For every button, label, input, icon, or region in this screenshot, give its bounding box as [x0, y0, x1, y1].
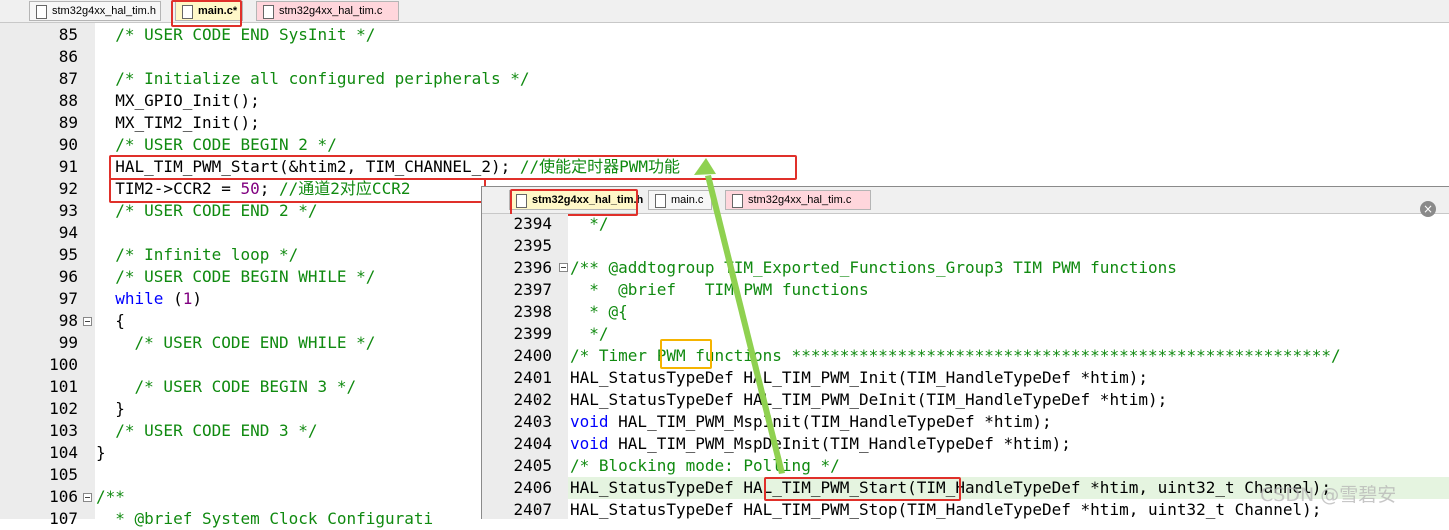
line-number: 105	[49, 465, 78, 484]
line-number: 91	[58, 157, 78, 176]
code-line[interactable]: MX_GPIO_Init();	[96, 90, 260, 112]
line-number: 93	[58, 201, 78, 220]
fold-marker-icon[interactable]	[83, 317, 92, 326]
close-icon[interactable]: ×	[1420, 201, 1436, 217]
code-line[interactable]: /** @addtogroup TIM_Exported_Functions_G…	[570, 257, 1177, 279]
code-line[interactable]: /* USER CODE END 2 */	[96, 200, 317, 222]
tab-label: stm32g4xx_hal_tim.c	[279, 5, 383, 17]
line-number: 2406	[513, 478, 552, 497]
line-number: 101	[49, 377, 78, 396]
code-line[interactable]: /* Infinite loop */	[96, 244, 298, 266]
code-line[interactable]: /* Blocking mode: Polling */	[570, 455, 840, 477]
line-number: 2394	[513, 214, 552, 233]
fold-marker-icon[interactable]	[83, 493, 92, 502]
line-number: 107	[49, 509, 78, 528]
line-number: 2398	[513, 302, 552, 321]
code-line[interactable]: /* Initialize all configured peripherals…	[96, 68, 529, 90]
tab-main-c[interactable]: main.c	[648, 190, 712, 210]
line-number: 106	[49, 487, 78, 506]
tab-stm32g4xx-hal-tim-c[interactable]: stm32g4xx_hal_tim.c	[725, 190, 871, 210]
line-number: 2404	[513, 434, 552, 453]
tab-label: main.c	[671, 194, 704, 206]
line-number: 2399	[513, 324, 552, 343]
tab-stm32g4xx-hal-tim-h[interactable]: stm32g4xx_hal_tim.h	[29, 1, 161, 21]
code-line[interactable]: * @brief TIM PWM functions	[570, 279, 868, 301]
main-c-tab-highlight	[171, 0, 242, 27]
watermark: CSDN @雪碧安	[1260, 484, 1397, 506]
file-icon	[263, 5, 274, 19]
pwm-keyword-highlight	[660, 339, 712, 369]
code-line[interactable]: HAL_StatusTypeDef HAL_TIM_PWM_DeInit(TIM…	[570, 389, 1167, 411]
tab-label: stm32g4xx_hal_tim.c	[748, 194, 852, 206]
code-line[interactable]: /**	[96, 486, 125, 508]
line-number: 102	[49, 399, 78, 418]
code-line[interactable]: /* USER CODE END WHILE */	[96, 332, 376, 354]
line-number: 103	[49, 421, 78, 440]
line-number: 96	[58, 267, 78, 286]
line-number: 2395	[513, 236, 552, 255]
fold-marker-icon[interactable]	[559, 263, 568, 272]
line-number: 97	[58, 289, 78, 308]
header-file-window: stm32g4xx_hal_tim.h main.c stm32g4xx_hal…	[481, 186, 1449, 519]
pwm-start-declaration-highlight	[764, 477, 961, 501]
line-number: 2402	[513, 390, 552, 409]
code-line[interactable]: /* USER CODE BEGIN WHILE */	[96, 266, 375, 288]
code-line[interactable]: void HAL_TIM_PWM_MspInit(TIM_HandleTypeD…	[570, 411, 1052, 433]
line-number: 2401	[513, 368, 552, 387]
code-line[interactable]: * @brief System Clock Configurati	[96, 508, 433, 530]
file-icon	[732, 194, 743, 208]
ccr2-assign-highlight	[109, 178, 486, 203]
line-number: 85	[58, 25, 78, 44]
tab-stm32g4xx-hal-tim-c[interactable]: stm32g4xx_hal_tim.c	[256, 1, 399, 21]
pwm-start-call-highlight	[109, 155, 797, 180]
file-icon	[36, 5, 47, 19]
code-line[interactable]: }	[96, 398, 125, 420]
line-number: 94	[58, 223, 78, 242]
code-line[interactable]: }	[96, 442, 106, 464]
code-line[interactable]: HAL_StatusTypeDef HAL_TIM_PWM_Stop(TIM_H…	[570, 499, 1321, 519]
line-number: 99	[58, 333, 78, 352]
file-icon	[655, 194, 666, 208]
line-number: 86	[58, 47, 78, 66]
line-number: 98	[58, 311, 78, 330]
line-number: 2396	[513, 258, 552, 277]
code-line[interactable]: HAL_StatusTypeDef HAL_TIM_PWM_Init(TIM_H…	[570, 367, 1148, 389]
code-line[interactable]: while (1)	[96, 288, 202, 310]
header-tab-highlight	[510, 189, 638, 216]
code-line[interactable]: /* USER CODE END SysInit */	[96, 24, 375, 46]
code-line[interactable]: MX_TIM2_Init();	[96, 112, 260, 134]
line-number: 2400	[513, 346, 552, 365]
code-line[interactable]: /* USER CODE BEGIN 2 */	[96, 134, 337, 156]
line-number: 104	[49, 443, 78, 462]
line-number: 2407	[513, 500, 552, 519]
tab-label: stm32g4xx_hal_tim.h	[52, 5, 156, 17]
line-number: 89	[58, 113, 78, 132]
code-line[interactable]: */	[570, 213, 608, 235]
line-number: 2405	[513, 456, 552, 475]
line-number: 2403	[513, 412, 552, 431]
code-line[interactable]: void HAL_TIM_PWM_MspDeInit(TIM_HandleTyp…	[570, 433, 1071, 455]
code-line[interactable]: {	[96, 310, 125, 332]
line-number: 92	[58, 179, 78, 198]
line-number: 2397	[513, 280, 552, 299]
code-line[interactable]: /* USER CODE END 3 */	[96, 420, 317, 442]
code-line[interactable]: * @{	[570, 301, 628, 323]
line-number: 88	[58, 91, 78, 110]
line-number: 87	[58, 69, 78, 88]
code-line[interactable]: */	[570, 323, 608, 345]
code-line[interactable]: /* USER CODE BEGIN 3 */	[96, 376, 357, 398]
line-number: 100	[49, 355, 78, 374]
line-number: 90	[58, 135, 78, 154]
line-number: 95	[58, 245, 78, 264]
